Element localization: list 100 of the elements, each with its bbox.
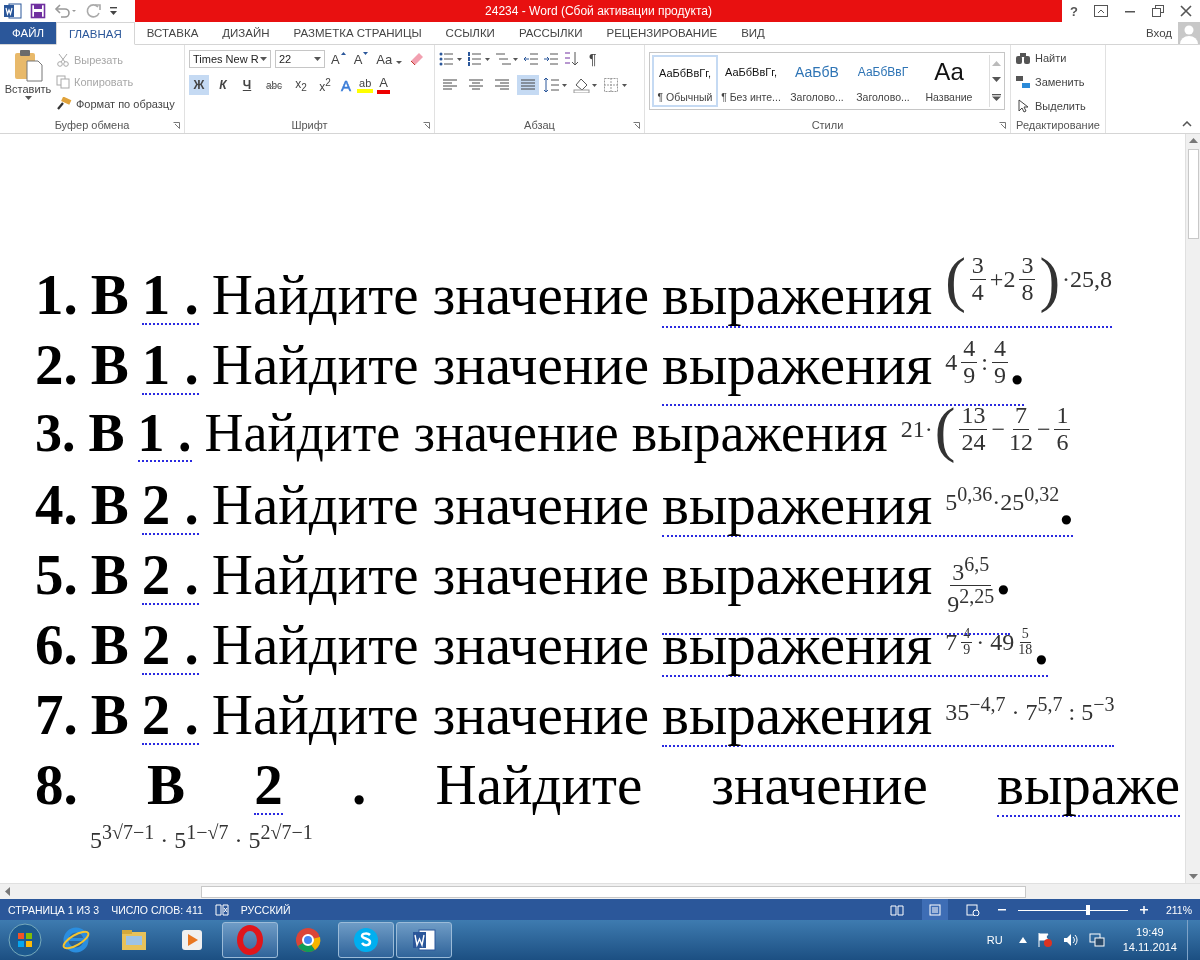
style-item[interactable]: Аа Название: [916, 55, 982, 107]
dialog-launcher-icon[interactable]: [173, 122, 180, 129]
copy-icon: [56, 75, 70, 89]
caret-icon: [395, 60, 402, 64]
language-indicator[interactable]: РУССКИЙ: [240, 903, 291, 916]
ribbon-tab[interactable]: ДИЗАЙН: [210, 22, 282, 44]
dialog-launcher-icon[interactable]: [633, 122, 640, 129]
shrink-font-button[interactable]: A: [351, 51, 371, 67]
task-number: 2 .: [141, 616, 199, 675]
caret-icon: [314, 57, 321, 61]
opera-taskbar-button[interactable]: [222, 922, 278, 958]
text-effects-button[interactable]: A: [339, 76, 353, 94]
sign-in-link[interactable]: Вход: [1146, 27, 1172, 39]
scroll-left-icon[interactable]: [5, 887, 10, 896]
tray-expand-icon[interactable]: [1018, 937, 1027, 943]
word-count[interactable]: ЧИСЛО СЛОВ: 411: [111, 903, 203, 916]
format-button[interactable]: x$_{2}$: [291, 75, 311, 95]
zoom-in-icon[interactable]: [1139, 905, 1148, 914]
ribbon-tab[interactable]: ВСТАВКА: [134, 22, 211, 44]
shading-icon[interactable]: [573, 77, 599, 93]
format-button[interactable]: Ж: [189, 75, 209, 95]
grow-font-button[interactable]: A: [329, 51, 348, 67]
scroll-up-icon[interactable]: [1188, 138, 1198, 143]
highlight-button[interactable]: ab: [357, 77, 374, 93]
item-number: 3.: [35, 402, 76, 464]
keyboard-language[interactable]: RU: [986, 934, 1003, 946]
dialog-launcher-icon[interactable]: [999, 122, 1006, 129]
sort-icon[interactable]: [563, 51, 579, 67]
clipboard-icon: [13, 48, 43, 82]
speaker-icon[interactable]: [1062, 932, 1079, 948]
zoom-level[interactable]: 211%: [1165, 903, 1192, 916]
task-text: Найдите значение: [211, 472, 650, 537]
numbering-icon[interactable]: [467, 51, 491, 67]
page-count[interactable]: СТРАНИЦА 1 ИЗ 3: [8, 903, 100, 916]
ribbon-tab[interactable]: ГЛАВНАЯ: [56, 22, 135, 45]
customize-caret-icon[interactable]: [110, 6, 118, 16]
paste-button[interactable]: Вставить: [4, 48, 52, 117]
ribbon-display-icon[interactable]: [1093, 5, 1108, 17]
ribbon-tab[interactable]: ФАЙЛ: [0, 22, 56, 44]
editing-command[interactable]: Заменить: [1015, 72, 1101, 92]
task-word: значение: [711, 752, 928, 817]
save-icon[interactable]: [30, 3, 46, 19]
style-item[interactable]: АаБбВвГг, ¶ Без инте...: [718, 55, 784, 107]
font-family-field[interactable]: Times New R: [189, 50, 271, 68]
scroll-thumb[interactable]: [1187, 149, 1199, 239]
style-item[interactable]: АаБбВвГг, ¶ Обычный: [652, 55, 718, 107]
horizontal-scrollbar[interactable]: [0, 883, 1200, 899]
down-triangle-icon: [363, 51, 369, 55]
scroll-down-icon[interactable]: [991, 77, 1001, 83]
browser-icon: [235, 925, 265, 955]
zoom-slider[interactable]: [1017, 903, 1128, 916]
more-styles-icon[interactable]: [991, 94, 1001, 102]
multilevel-list-icon[interactable]: [495, 51, 519, 67]
bullets-icon[interactable]: [439, 51, 463, 67]
task-word: выраже: [997, 756, 1180, 817]
print-view-button[interactable]: [921, 899, 948, 920]
scroll-thumb[interactable]: [201, 885, 1026, 898]
clock[interactable]: 19:49 14.11.2014: [1122, 925, 1177, 955]
view-icon: [965, 903, 980, 916]
change-case-button[interactable]: Aa: [374, 51, 404, 67]
close-icon[interactable]: [1179, 5, 1192, 17]
format-button[interactable]: Ч: [237, 75, 257, 95]
up-triangle-icon: [340, 51, 346, 55]
alignment-icon: [495, 79, 509, 91]
network-icon[interactable]: [1088, 932, 1105, 948]
ribbon-tab[interactable]: ССЫЛКИ: [433, 22, 507, 44]
task-number: 2 .: [141, 686, 199, 745]
line-spacing-icon[interactable]: [543, 77, 569, 93]
word-taskbar-button[interactable]: [396, 922, 452, 958]
action-center-flag-icon[interactable]: [1036, 932, 1053, 948]
dialog-launcher-icon[interactable]: [423, 122, 430, 129]
collapse-ribbon-icon[interactable]: [1182, 121, 1192, 127]
start-button-icon[interactable]: [8, 923, 42, 957]
font-color-button[interactable]: A: [377, 76, 390, 94]
ribbon-tab[interactable]: РАССЫЛКИ: [506, 22, 595, 44]
proofing-icon[interactable]: [214, 903, 229, 916]
scroll-down-icon[interactable]: [1188, 874, 1198, 879]
help-button[interactable]: ?: [1070, 3, 1078, 19]
word-logo-icon: [4, 3, 22, 19]
task-text: Найдите значение: [211, 332, 650, 397]
vertical-scrollbar[interactable]: [1185, 134, 1200, 883]
restore-icon[interactable]: [1151, 5, 1164, 17]
style-item[interactable]: АаБбВвГ Заголово...: [850, 55, 916, 107]
ribbon-tab[interactable]: ВИД: [729, 22, 777, 44]
item-number: 6.: [35, 612, 78, 677]
editing-command[interactable]: Выделить: [1015, 96, 1101, 116]
format-button[interactable]: К: [213, 75, 233, 95]
ribbon-tab[interactable]: РАЗМЕТКА СТРАНИЦЫ: [281, 22, 434, 44]
zoom-thumb[interactable]: [1086, 904, 1091, 915]
undo-icon[interactable]: [54, 3, 78, 19]
format-button[interactable]: x$^{2}$: [315, 75, 335, 95]
skype-taskbar-button[interactable]: [338, 922, 394, 958]
task-letter: В: [147, 752, 186, 817]
end-period: .: [1009, 336, 1025, 393]
show-marks-button[interactable]: ¶: [587, 51, 599, 67]
clipboard-command[interactable]: Формат по образцу: [56, 94, 175, 114]
font-size-field[interactable]: 22: [275, 50, 325, 68]
editing-command[interactable]: Найти: [1015, 48, 1101, 68]
style-item[interactable]: АаБбВ Заголово...: [784, 55, 850, 107]
ribbon-tab[interactable]: РЕЦЕНЗИРОВАНИЕ: [594, 22, 730, 44]
